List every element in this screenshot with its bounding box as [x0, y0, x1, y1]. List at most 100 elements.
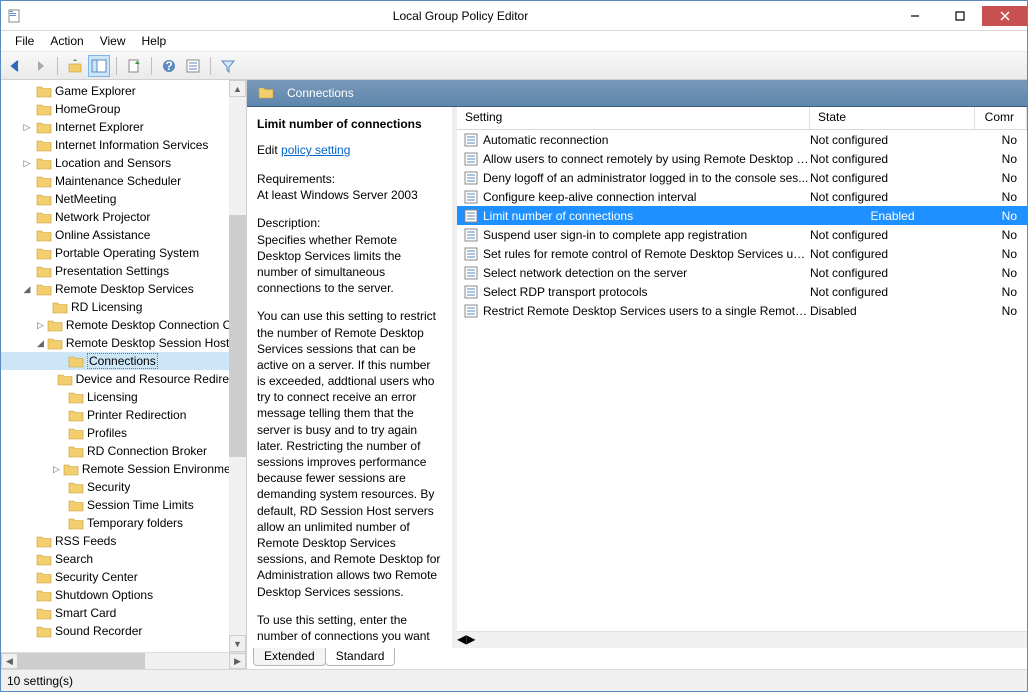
tree-item[interactable]: Profiles	[1, 424, 229, 442]
tree-item[interactable]: Licensing	[1, 388, 229, 406]
tree-item-label: Remote Session Environme	[82, 462, 229, 476]
tree-item[interactable]: Device and Resource Redire	[1, 370, 229, 388]
tree-item[interactable]: Portable Operating System	[1, 244, 229, 262]
list-row[interactable]: Select RDP transport protocolsNot config…	[457, 282, 1027, 301]
tree-item[interactable]: Connections	[1, 352, 229, 370]
expander-icon	[21, 229, 33, 241]
tree-item[interactable]: ▷ Remote Session Environme	[1, 460, 229, 478]
expander-icon	[21, 571, 33, 583]
folder-icon	[36, 192, 52, 206]
setting-comment: No	[975, 228, 1027, 242]
tree-item[interactable]: ◢Remote Desktop Services	[1, 280, 229, 298]
close-button[interactable]	[982, 6, 1027, 26]
tree-item[interactable]: Sound Recorder	[1, 622, 229, 640]
tree-item[interactable]: RD Licensing	[1, 298, 229, 316]
setting-name: Restrict Remote Desktop Services users t…	[483, 304, 810, 318]
properties-button[interactable]	[182, 55, 204, 77]
menu-view[interactable]: View	[92, 32, 134, 50]
list-row[interactable]: Set rules for remote control of Remote D…	[457, 244, 1027, 263]
tree-item[interactable]: RD Connection Broker	[1, 442, 229, 460]
setting-icon	[463, 227, 479, 243]
tree-item[interactable]: Smart Card	[1, 604, 229, 622]
tree-item[interactable]: Internet Information Services	[1, 136, 229, 154]
tree-item[interactable]: HomeGroup	[1, 100, 229, 118]
tree-item[interactable]: ▷Location and Sensors	[1, 154, 229, 172]
tree-item[interactable]: Presentation Settings	[1, 262, 229, 280]
forward-button[interactable]	[29, 55, 51, 77]
tree-item[interactable]: Search	[1, 550, 229, 568]
list-row[interactable]: Configure keep-alive connection interval…	[457, 187, 1027, 206]
statusbar: 10 setting(s)	[1, 669, 1027, 691]
menu-file[interactable]: File	[7, 32, 42, 50]
tree-item-label: Search	[55, 552, 93, 566]
setting-state: Not configured	[810, 171, 975, 185]
minimize-button[interactable]	[892, 6, 937, 26]
settings-list[interactable]: Automatic reconnectionNot configuredNoAl…	[457, 130, 1027, 631]
export-button[interactable]	[123, 55, 145, 77]
column-comment[interactable]: Comr	[975, 107, 1027, 129]
folder-icon	[36, 570, 52, 584]
maximize-button[interactable]	[937, 6, 982, 26]
tree-item[interactable]: ◢Remote Desktop Session Host	[1, 334, 229, 352]
list-header: Setting State Comr	[457, 107, 1027, 130]
setting-icon	[463, 265, 479, 281]
help-button[interactable]: ?	[158, 55, 180, 77]
list-row[interactable]: Restrict Remote Desktop Services users t…	[457, 301, 1027, 320]
tree-item[interactable]: Security	[1, 478, 229, 496]
menu-action[interactable]: Action	[42, 32, 91, 50]
tree-item[interactable]: ▷Internet Explorer	[1, 118, 229, 136]
column-setting[interactable]: Setting	[457, 107, 810, 129]
list-row[interactable]: Limit number of connectionsEnabledNo	[457, 206, 1027, 225]
list-row[interactable]: Allow users to connect remotely by using…	[457, 149, 1027, 168]
expander-icon[interactable]: ▷	[37, 319, 44, 331]
back-button[interactable]	[5, 55, 27, 77]
folder-icon	[57, 372, 73, 386]
tree-item[interactable]: ▷Remote Desktop Connection C	[1, 316, 229, 334]
tree-item-label: Shutdown Options	[55, 588, 153, 602]
tree-horizontal-scrollbar[interactable]: ◀ ▶	[1, 652, 246, 669]
tree[interactable]: Game Explorer HomeGroup▷Internet Explorer…	[1, 80, 229, 642]
expander-icon[interactable]: ▷	[53, 463, 60, 475]
show-tree-button[interactable]	[88, 55, 110, 77]
window-title: Local Group Policy Editor	[29, 9, 892, 23]
list-row[interactable]: Deny logoff of an administrator logged i…	[457, 168, 1027, 187]
tree-item[interactable]: Security Center	[1, 568, 229, 586]
folder-icon	[47, 318, 63, 332]
expander-icon	[53, 391, 65, 403]
menu-help[interactable]: Help	[134, 32, 175, 50]
folder-icon	[47, 336, 63, 350]
tree-item-label: Internet Information Services	[55, 138, 208, 152]
list-horizontal-scrollbar[interactable]: ◀ ▶	[457, 631, 1027, 648]
list-row[interactable]: Automatic reconnectionNot configuredNo	[457, 130, 1027, 149]
expander-icon[interactable]: ◢	[37, 337, 44, 349]
folder-icon	[36, 84, 52, 98]
tree-vertical-scrollbar[interactable]: ▲ ▼	[229, 80, 246, 652]
tree-item-label: Game Explorer	[55, 84, 136, 98]
tab-standard[interactable]: Standard	[325, 648, 396, 666]
setting-comment: No	[975, 133, 1027, 147]
expander-icon[interactable]: ▷	[21, 121, 33, 133]
edit-policy-link[interactable]: policy setting	[281, 143, 350, 157]
up-button[interactable]	[64, 55, 86, 77]
tree-item-label: Printer Redirection	[87, 408, 186, 422]
tree-item-label: NetMeeting	[55, 192, 116, 206]
tree-item[interactable]: Session Time Limits	[1, 496, 229, 514]
folder-icon	[68, 498, 84, 512]
tab-extended[interactable]: Extended	[253, 648, 326, 666]
folder-icon	[258, 85, 276, 101]
expander-icon[interactable]: ◢	[21, 283, 33, 295]
tree-item[interactable]: Game Explorer	[1, 82, 229, 100]
tree-item[interactable]: Temporary folders	[1, 514, 229, 532]
tree-item[interactable]: Printer Redirection	[1, 406, 229, 424]
tree-item[interactable]: NetMeeting	[1, 190, 229, 208]
list-row[interactable]: Select network detection on the serverNo…	[457, 263, 1027, 282]
filter-button[interactable]	[217, 55, 239, 77]
tree-item[interactable]: Online Assistance	[1, 226, 229, 244]
tree-item[interactable]: Shutdown Options	[1, 586, 229, 604]
tree-item[interactable]: Maintenance Scheduler	[1, 172, 229, 190]
tree-item[interactable]: Network Projector	[1, 208, 229, 226]
column-state[interactable]: State	[810, 107, 975, 129]
tree-item[interactable]: RSS Feeds	[1, 532, 229, 550]
expander-icon[interactable]: ▷	[21, 157, 33, 169]
list-row[interactable]: Suspend user sign-in to complete app reg…	[457, 225, 1027, 244]
